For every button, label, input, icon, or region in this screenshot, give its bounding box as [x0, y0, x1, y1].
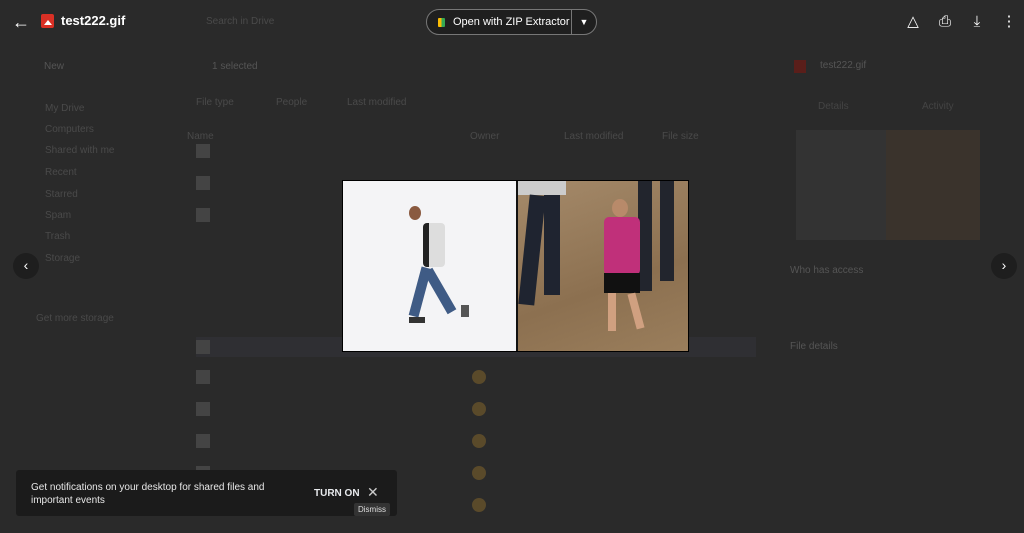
details-tab: Details	[818, 101, 849, 112]
dismiss-tooltip: Dismiss	[354, 503, 390, 516]
selected-count: 1 selected	[212, 61, 258, 72]
gif-preview	[342, 180, 689, 352]
activity-tab: Activity	[922, 101, 954, 112]
gif-frame-left	[343, 181, 516, 351]
details-file-name: test222.gif	[820, 60, 867, 71]
file-details-heading: File details	[790, 341, 838, 352]
notification-toast: Get notifications on your desktop for sh…	[16, 470, 397, 516]
previous-file-button[interactable]: ‹	[13, 253, 39, 279]
next-file-button[interactable]: ›	[991, 253, 1017, 279]
open-with-label: Open with ZIP Extractor	[453, 16, 570, 28]
image-file-icon	[41, 14, 54, 28]
sidebar-storage: Storage	[45, 253, 81, 264]
gif-frame-right	[516, 181, 688, 351]
sidebar-recent: Recent	[45, 167, 77, 178]
zip-extractor-icon	[438, 17, 445, 27]
more-vert-icon[interactable]: ⋮	[999, 12, 1019, 32]
sidebar-computers: Computers	[45, 124, 94, 135]
open-with-button[interactable]: Open with ZIP Extractor ▼	[426, 9, 597, 35]
get-storage-button: Get more storage	[36, 313, 114, 324]
sidebar-shared: Shared with me	[45, 145, 115, 156]
file-title: test222.gif	[61, 13, 126, 28]
back-arrow-icon[interactable]: ←	[12, 12, 32, 32]
sidebar-spam: Spam	[45, 210, 72, 221]
turn-on-button[interactable]: TURN ON	[314, 488, 360, 499]
viewer-toolbar: ← test222.gif Open with ZIP Extractor ▼ …	[0, 0, 1024, 44]
toast-message: Get notifications on your desktop for sh…	[31, 482, 265, 506]
add-shortcut-icon[interactable]: △	[903, 12, 923, 32]
who-has-access: Who has access	[790, 265, 864, 276]
download-icon[interactable]: ⤓	[967, 12, 987, 32]
filter-people: People	[276, 97, 308, 108]
chevron-down-icon[interactable]: ▼	[572, 17, 596, 27]
sidebar-my-drive: My Drive	[45, 103, 85, 114]
sidebar-trash: Trash	[45, 231, 71, 242]
new-button: New	[44, 61, 65, 72]
open-with-zip-extractor[interactable]: Open with ZIP Extractor	[427, 10, 572, 34]
sidebar-starred: Starred	[45, 189, 78, 200]
close-icon[interactable]: ✕	[367, 484, 379, 501]
filter-last-modified: Last modified	[347, 97, 407, 108]
print-icon[interactable]: ⎙	[935, 12, 955, 32]
filter-file-type: File type	[196, 97, 234, 108]
